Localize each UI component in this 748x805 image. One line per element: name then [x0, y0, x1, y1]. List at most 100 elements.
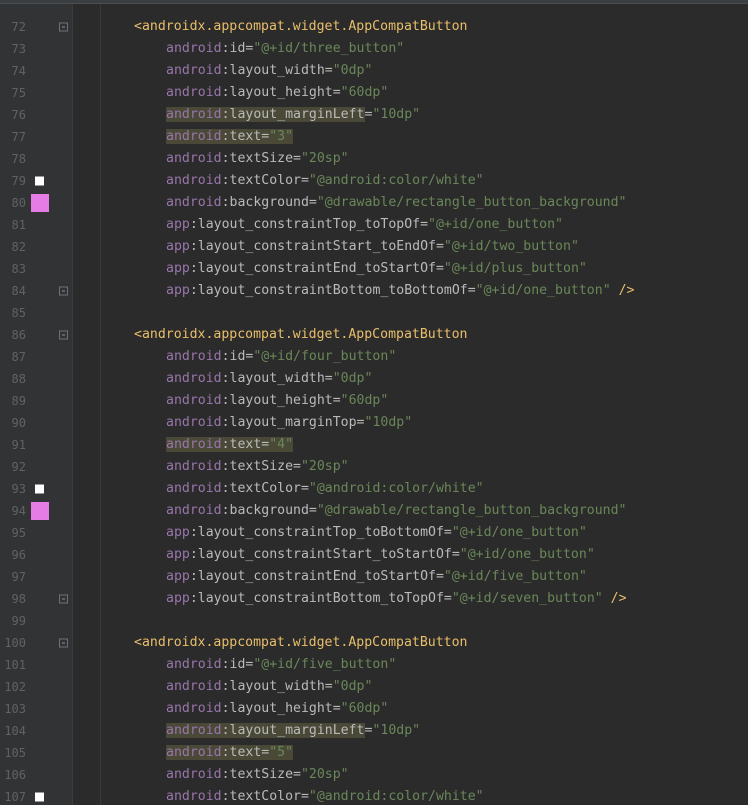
code-line[interactable]: 92 android:textSize="20sp"	[0, 456, 748, 478]
code-line[interactable]: 73 android:id="@+id/three_button"	[0, 38, 748, 60]
code-text[interactable]: android:id="@+id/three_button"	[166, 38, 404, 60]
line-number[interactable]: 89	[0, 390, 26, 412]
code-line[interactable]: 97 app:layout_constraintEnd_toStartOf="@+…	[0, 566, 748, 588]
line-number[interactable]: 72	[0, 16, 26, 38]
line-number[interactable]: 97	[0, 566, 26, 588]
line-number[interactable]: 100	[0, 632, 26, 654]
code-line[interactable]: 77 android:text="3"	[0, 126, 748, 148]
line-number[interactable]: 74	[0, 60, 26, 82]
code-text[interactable]: android:textSize="20sp"	[166, 148, 349, 170]
code-line[interactable]: 79 android:textColor="@android:color/whit…	[0, 170, 748, 192]
code-line[interactable]: 88 android:layout_width="0dp"	[0, 368, 748, 390]
line-number[interactable]: 79	[0, 170, 26, 192]
code-line[interactable]: 75 android:layout_height="60dp"	[0, 82, 748, 104]
code-line[interactable]: 105 android:text="5"	[0, 742, 748, 764]
code-line[interactable]: 95 app:layout_constraintTop_toBottomOf="@…	[0, 522, 748, 544]
fold-marker-icon[interactable]	[59, 286, 68, 296]
code-line[interactable]: 76 android:layout_marginLeft="10dp"	[0, 104, 748, 126]
color-swatch-icon[interactable]	[35, 176, 44, 186]
line-number[interactable]: 88	[0, 368, 26, 390]
code-line[interactable]: 74 android:layout_width="0dp"	[0, 60, 748, 82]
code-text[interactable]: android:id="@+id/five_button"	[166, 654, 396, 676]
line-number[interactable]: 91	[0, 434, 26, 456]
line-number[interactable]: 92	[0, 456, 26, 478]
code-line[interactable]: 83 app:layout_constraintEnd_toStartOf="@+…	[0, 258, 748, 280]
line-number[interactable]: 83	[0, 258, 26, 280]
code-text[interactable]: android:layout_height="60dp"	[166, 390, 388, 412]
code-line[interactable]: 90 android:layout_marginTop="10dp"	[0, 412, 748, 434]
code-line[interactable]: 98 app:layout_constraintBottom_toTopOf="@…	[0, 588, 748, 610]
code-text[interactable]: app:layout_constraintBottom_toTopOf="@+i…	[166, 588, 627, 610]
line-number[interactable]: 87	[0, 346, 26, 368]
code-line[interactable]: 89 android:layout_height="60dp"	[0, 390, 748, 412]
fold-marker-icon[interactable]	[59, 638, 68, 648]
code-line[interactable]: 91 android:text="4"	[0, 434, 748, 456]
code-text[interactable]: android:layout_marginLeft="10dp"	[166, 720, 420, 742]
line-number[interactable]: 95	[0, 522, 26, 544]
code-text[interactable]: android:text="5"	[166, 742, 294, 764]
code-line[interactable]: 104 android:layout_marginLeft="10dp"	[0, 720, 748, 742]
code-text[interactable]: android:layout_height="60dp"	[166, 82, 388, 104]
line-number[interactable]: 103	[0, 698, 26, 720]
line-number[interactable]: 98	[0, 588, 26, 610]
code-line[interactable]: 81 app:layout_constraintTop_toTopOf="@+id…	[0, 214, 748, 236]
line-number[interactable]: 85	[0, 302, 26, 324]
code-text[interactable]: android:text="3"	[166, 126, 294, 148]
code-line[interactable]: 99	[0, 610, 748, 632]
code-line[interactable]: 94 android:background="@drawable/rectangl…	[0, 500, 748, 522]
code-text[interactable]: app:layout_constraintBottom_toBottomOf="…	[166, 280, 634, 302]
line-number[interactable]: 76	[0, 104, 26, 126]
color-swatch-icon[interactable]	[31, 502, 49, 520]
code-text[interactable]: android:layout_marginLeft="10dp"	[166, 104, 420, 126]
line-number[interactable]: 82	[0, 236, 26, 258]
code-text[interactable]: app:layout_constraintEnd_toStartOf="@+id…	[166, 258, 587, 280]
code-text[interactable]: <androidx.appcompat.widget.AppCompatButt…	[134, 16, 467, 38]
code-line[interactable]: 100 <androidx.appcompat.widget.AppCompatB…	[0, 632, 748, 654]
code-line[interactable]: 78 android:textSize="20sp"	[0, 148, 748, 170]
code-line[interactable]: 102 android:layout_width="0dp"	[0, 676, 748, 698]
code-line[interactable]: 82 app:layout_constraintStart_toEndOf="@+…	[0, 236, 748, 258]
color-swatch-icon[interactable]	[31, 194, 49, 212]
code-line[interactable]: 106 android:textSize="20sp"	[0, 764, 748, 786]
code-editor[interactable]: 71 72 <androidx.appcompat.widget.AppCompa…	[0, 0, 748, 805]
line-number[interactable]: 105	[0, 742, 26, 764]
fold-marker-icon[interactable]	[59, 22, 68, 32]
code-text[interactable]: android:textColor="@android:color/white"	[166, 478, 484, 500]
code-text[interactable]: android:background="@drawable/rectangle_…	[166, 500, 627, 522]
line-number[interactable]: 81	[0, 214, 26, 236]
code-text[interactable]: android:layout_marginTop="10dp"	[166, 412, 412, 434]
line-number[interactable]: 78	[0, 148, 26, 170]
line-number[interactable]: 84	[0, 280, 26, 302]
code-text[interactable]: android:layout_width="0dp"	[166, 60, 372, 82]
line-number[interactable]: 99	[0, 610, 26, 632]
code-line[interactable]: 86 <androidx.appcompat.widget.AppCompatBu…	[0, 324, 748, 346]
code-line[interactable]: 72 <androidx.appcompat.widget.AppCompatBu…	[0, 16, 748, 38]
line-number[interactable]: 73	[0, 38, 26, 60]
fold-marker-icon[interactable]	[59, 330, 68, 340]
code-text[interactable]: app:layout_constraintStart_toStartOf="@+…	[166, 544, 595, 566]
code-text[interactable]: android:textColor="@android:color/white"	[166, 170, 484, 192]
line-number[interactable]: 107	[0, 786, 26, 805]
code-text[interactable]: android:layout_width="0dp"	[166, 368, 372, 390]
color-swatch-icon[interactable]	[35, 484, 44, 494]
code-text[interactable]: android:layout_width="0dp"	[166, 676, 372, 698]
line-number[interactable]: 90	[0, 412, 26, 434]
code-text[interactable]: android:id="@+id/four_button"	[166, 346, 396, 368]
code-text[interactable]: android:layout_height="60dp"	[166, 698, 388, 720]
line-number[interactable]: 94	[0, 500, 26, 522]
line-number[interactable]: 75	[0, 82, 26, 104]
code-text[interactable]: android:background="@drawable/rectangle_…	[166, 192, 627, 214]
fold-marker-icon[interactable]	[59, 594, 68, 604]
code-line[interactable]: 103 android:layout_height="60dp"	[0, 698, 748, 720]
line-number[interactable]: 106	[0, 764, 26, 786]
color-swatch-icon[interactable]	[35, 792, 44, 802]
line-number[interactable]: 101	[0, 654, 26, 676]
line-number[interactable]: 93	[0, 478, 26, 500]
code-text[interactable]: <androidx.appcompat.widget.AppCompatButt…	[134, 632, 467, 654]
code-text[interactable]: <androidx.appcompat.widget.AppCompatButt…	[134, 324, 467, 346]
code-line[interactable]: 87 android:id="@+id/four_button"	[0, 346, 748, 368]
code-line[interactable]: 80 android:background="@drawable/rectangl…	[0, 192, 748, 214]
line-number[interactable]: 102	[0, 676, 26, 698]
code-line[interactable]: 96 app:layout_constraintStart_toStartOf="…	[0, 544, 748, 566]
code-text[interactable]: app:layout_constraintTop_toBottomOf="@+i…	[166, 522, 587, 544]
